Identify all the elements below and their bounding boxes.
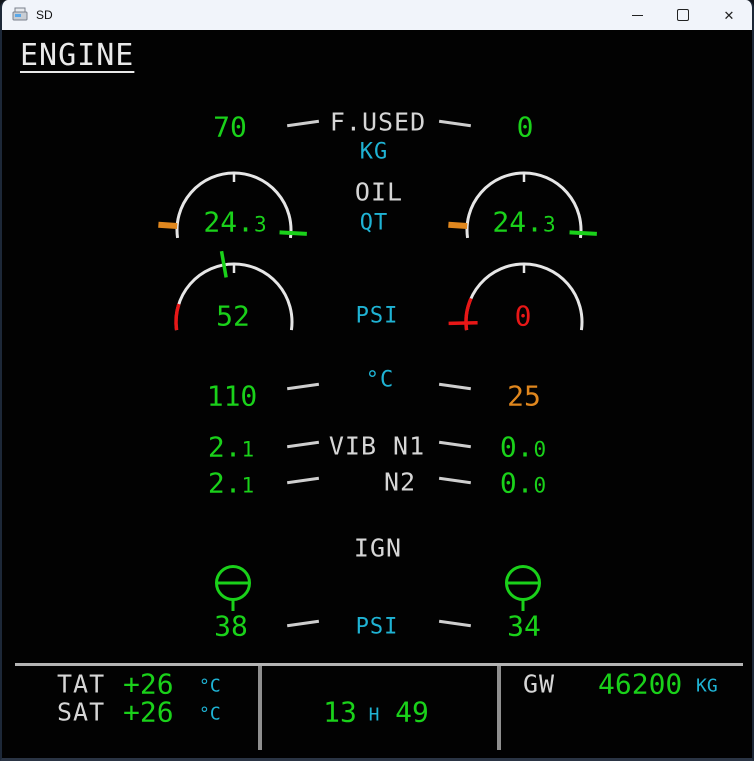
gw-unit: KG bbox=[696, 676, 718, 697]
close-icon: ✕ bbox=[724, 9, 735, 22]
oil-label: OIL bbox=[355, 178, 403, 207]
vib-n1-label: VIB N1 bbox=[329, 432, 425, 461]
window-title: SD bbox=[36, 8, 53, 22]
oil-press-unit: PSI bbox=[356, 304, 399, 329]
dash-mark bbox=[287, 620, 319, 627]
minimize-button[interactable] bbox=[614, 0, 660, 30]
vib-n1-right-value: 0.0 bbox=[500, 431, 546, 464]
dash-mark bbox=[287, 383, 319, 390]
close-button[interactable]: ✕ bbox=[706, 0, 752, 30]
dash-mark bbox=[439, 477, 471, 484]
bleed-press-right-value: 34 bbox=[507, 610, 541, 643]
oil-press-left-value: 52 bbox=[216, 300, 250, 333]
oil-press-right-value: 0 bbox=[515, 300, 532, 333]
bleed-press-left-value: 38 bbox=[214, 610, 248, 643]
oil-unit: QT bbox=[360, 211, 389, 236]
footer-vertical-divider bbox=[497, 666, 501, 750]
sd-engine-page: ENGINE 70 F.USED 0 KG OIL QT 24.3 24.3 5… bbox=[2, 30, 752, 758]
footer-vertical-divider bbox=[258, 666, 262, 750]
dash-mark bbox=[287, 120, 319, 127]
ign-label: IGN bbox=[354, 534, 402, 563]
tat-unit: °C bbox=[199, 676, 221, 697]
vib-n2-right-value: 0.0 bbox=[500, 467, 546, 500]
gw-value: 46200 bbox=[598, 668, 682, 701]
fuel-used-right-value: 0 bbox=[517, 111, 534, 144]
oil-temp-right-value: 25 bbox=[507, 380, 541, 413]
dash-mark bbox=[439, 620, 471, 627]
gw-label: GW bbox=[523, 670, 555, 699]
dash-mark bbox=[439, 441, 471, 448]
footer-divider-line bbox=[15, 663, 743, 666]
app-icon bbox=[12, 7, 28, 23]
sat-unit: °C bbox=[199, 704, 221, 725]
oil-qty-left-value: 24.3 bbox=[203, 206, 266, 239]
dash-mark bbox=[287, 477, 319, 484]
oil-temp-unit: °C bbox=[366, 368, 395, 393]
minimize-icon bbox=[632, 15, 643, 16]
vib-n2-label: N2 bbox=[384, 468, 416, 497]
maximize-button[interactable] bbox=[660, 0, 706, 30]
start-valve-icon-eng1 bbox=[211, 565, 255, 613]
oil-qty-right-value: 24.3 bbox=[492, 206, 555, 239]
app-window: SD ✕ ENGINE 70 F.USED 0 KG OIL QT 24.3 2… bbox=[0, 0, 754, 761]
fuel-used-label: F.USED bbox=[330, 108, 426, 137]
fuel-used-unit: KG bbox=[360, 140, 389, 165]
start-valve-icon-eng2 bbox=[501, 565, 545, 613]
clock-separator: H bbox=[369, 705, 380, 726]
bleed-press-unit: PSI bbox=[356, 615, 399, 640]
oil-temp-left-value: 110 bbox=[207, 380, 258, 413]
vib-n2-left-value: 2.1 bbox=[208, 467, 254, 500]
vib-n1-left-value: 2.1 bbox=[208, 431, 254, 464]
dash-mark bbox=[287, 441, 319, 448]
tat-label: TAT bbox=[57, 670, 105, 699]
sat-value: +26 bbox=[123, 696, 174, 729]
clock-hours: 13 bbox=[323, 696, 357, 729]
dash-mark bbox=[439, 383, 471, 390]
clock-minutes: 49 bbox=[395, 696, 429, 729]
page-title: ENGINE bbox=[20, 38, 134, 73]
dash-mark bbox=[439, 120, 471, 127]
fuel-used-left-value: 70 bbox=[213, 111, 247, 144]
sat-label: SAT bbox=[57, 698, 105, 727]
window-titlebar: SD ✕ bbox=[2, 0, 752, 30]
maximize-icon bbox=[677, 9, 689, 21]
